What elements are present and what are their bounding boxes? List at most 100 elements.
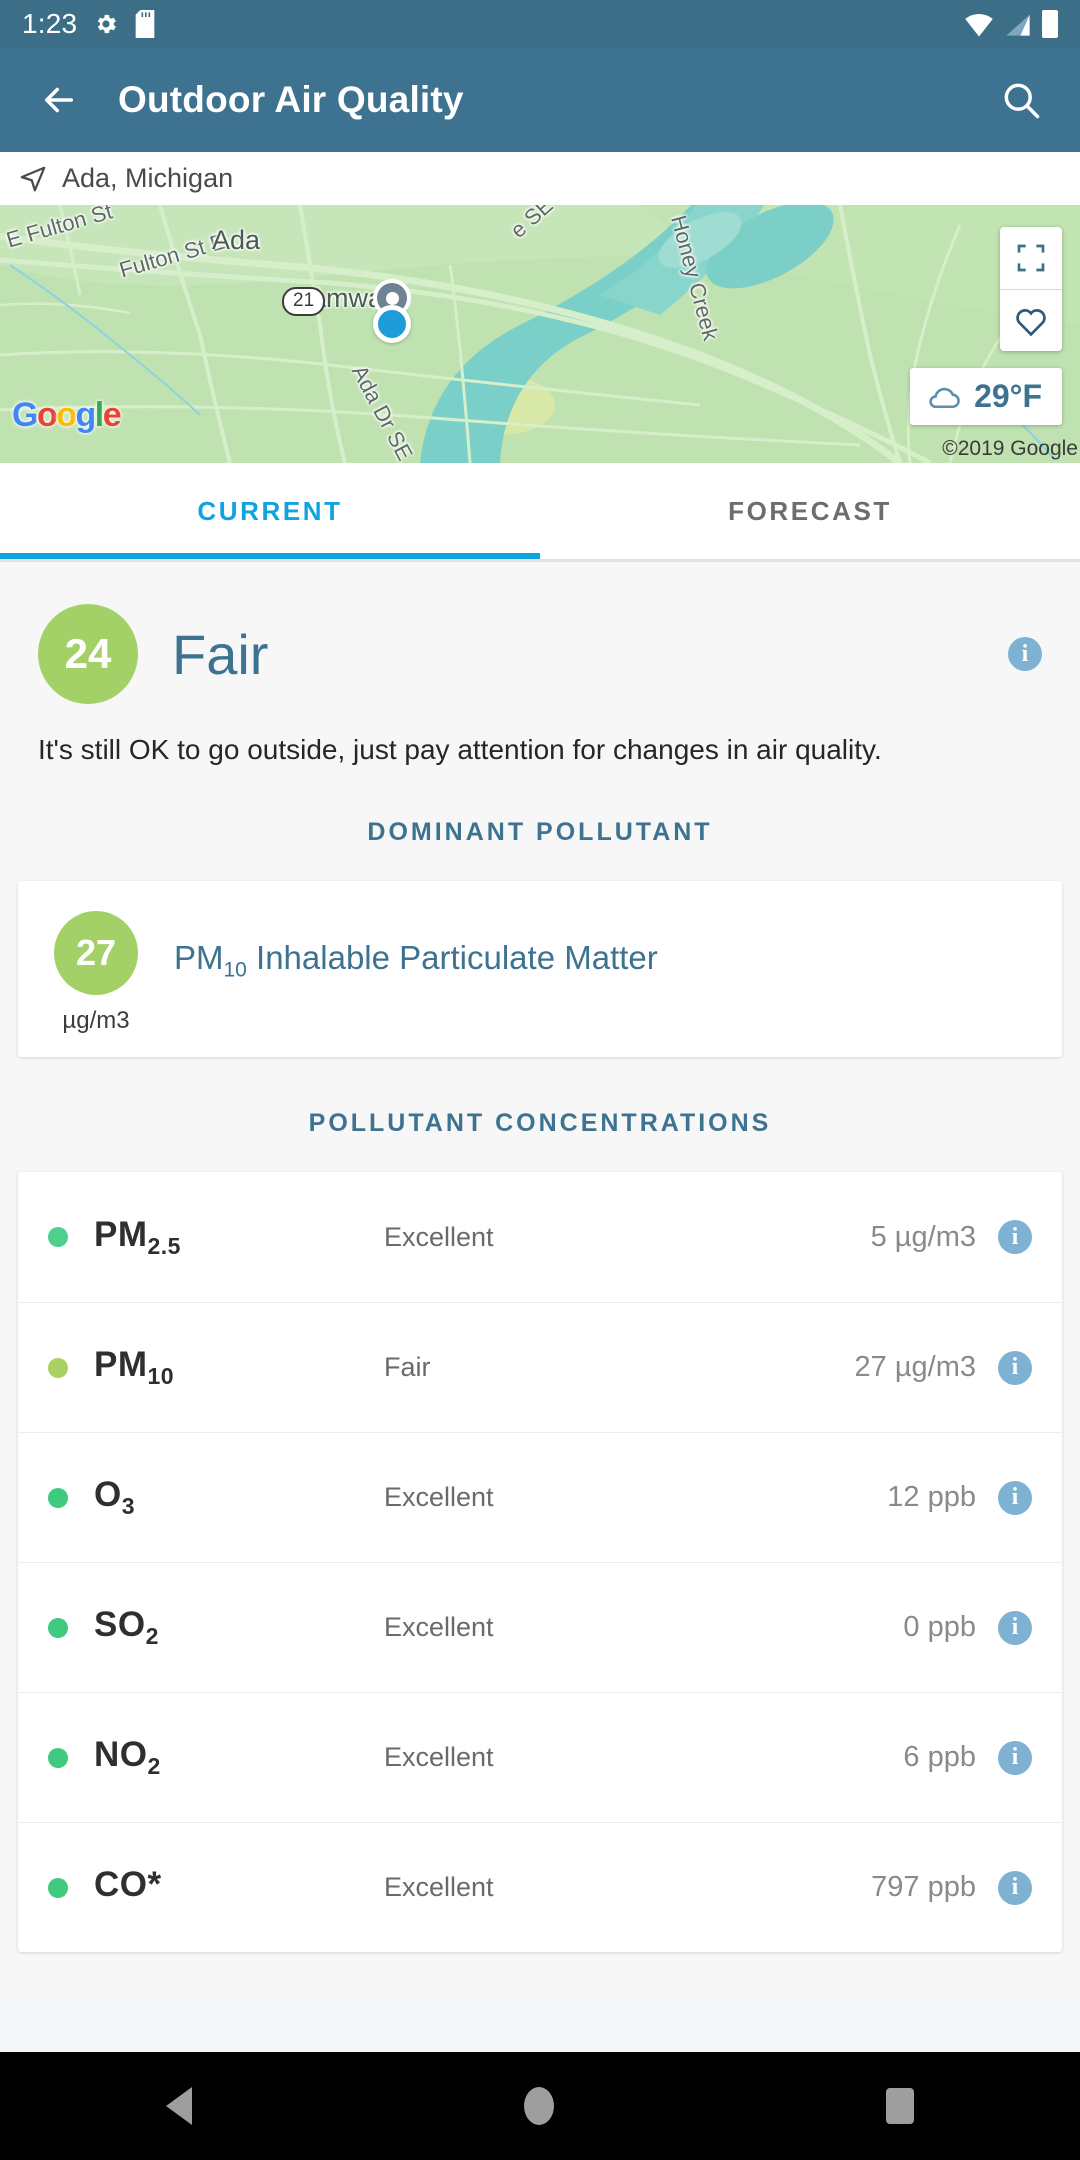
page-title: Outdoor Air Quality [118, 79, 464, 120]
info-icon: i [998, 1480, 1032, 1515]
pollutant-name: PM10 [94, 1345, 384, 1390]
google-logo: Google [12, 396, 122, 434]
map-label: Ada [212, 225, 261, 255]
pollutant-name-sub: 2 [147, 1753, 161, 1779]
temperature-chip[interactable]: 29°F [910, 368, 1062, 425]
wifi-icon [965, 13, 993, 37]
info-icon: i [998, 1220, 1032, 1254]
navigation-arrow-icon [20, 166, 46, 191]
pollutant-value: 12 ppb [887, 1481, 976, 1513]
pollutant-value: 27 µg/m3 [854, 1351, 977, 1383]
aqi-score-badge: 24 [38, 604, 138, 704]
tab-forecast[interactable]: FORECAST [540, 463, 1080, 559]
fullscreen-button[interactable] [1000, 227, 1062, 289]
pollutant-info-button[interactable]: i [998, 1480, 1032, 1515]
table-row[interactable]: PM10 Fair 27 µg/m3 i [18, 1302, 1062, 1432]
dominant-pollutant-name-main: PM [174, 939, 224, 976]
pollutant-name: SO2 [94, 1605, 384, 1650]
pollutant-status: Excellent [384, 1742, 494, 1772]
status-time: 1:23 [22, 8, 78, 39]
pollutant-value: 5 µg/m3 [870, 1220, 976, 1253]
aqi-category-label: Fair [172, 622, 269, 686]
status-bar-left: 1:23 [22, 8, 155, 40]
pollutant-name-sub: 2 [145, 1623, 159, 1649]
aqi-info-button[interactable]: i [1008, 637, 1042, 671]
android-nav-bar [0, 2052, 1080, 2160]
nav-back-icon[interactable] [166, 2087, 192, 2125]
pollutant-name-main: PM [94, 1214, 148, 1254]
pollutant-info-button[interactable]: i [998, 1870, 1032, 1905]
pollutant-name-sub: 2.5 [147, 1232, 181, 1259]
pollutant-value: 797 ppb [871, 1871, 976, 1903]
status-dot [48, 1357, 68, 1378]
cloud-icon [929, 387, 960, 408]
pollutant-status: Excellent [384, 1872, 494, 1902]
dominant-pollutant-name-sub: 10 [223, 958, 247, 982]
pollutant-info-button[interactable]: i [998, 1610, 1032, 1645]
pollutant-name: NO2 [94, 1735, 384, 1780]
pollutant-value: 6 ppb [903, 1741, 976, 1773]
pollutant-status: Excellent [384, 1221, 494, 1252]
table-row[interactable]: CO* Excellent 797 ppb i [18, 1822, 1062, 1952]
location-bar[interactable]: Ada, Michigan [0, 152, 1080, 205]
dominant-pollutant-name: PM10 Inhalable Particulate Matter [174, 911, 658, 983]
aqi-description: It's still OK to go outside, just pay at… [38, 734, 882, 765]
back-button[interactable] [26, 67, 92, 133]
temperature-value: 29°F [974, 378, 1042, 414]
pollutant-status: Excellent [384, 1482, 494, 1512]
status-dot [48, 1877, 68, 1898]
aqi-summary-row: 24 Fair i [0, 562, 1080, 704]
tab-bar: CURRENT FORECAST [0, 463, 1080, 559]
search-icon [1004, 83, 1040, 119]
status-dot [48, 1487, 68, 1508]
map-view[interactable]: E Fulton St Fulton St E Ada Amway e SE H… [0, 205, 1080, 463]
pollutant-name-main: SO [94, 1605, 146, 1644]
dominant-pollutant-value: 27 [54, 911, 138, 995]
dominant-pollutant-badge-group: 27 µg/m3 [18, 911, 174, 1035]
pollutant-name-main: PM [94, 1345, 148, 1384]
dominant-pollutant-heading: DOMINANT POLLUTANT [367, 818, 713, 846]
pollutant-status: Fair [384, 1352, 431, 1382]
status-dot [48, 1617, 68, 1638]
fullscreen-icon [1017, 244, 1045, 272]
pollutant-name-main: NO [94, 1735, 148, 1774]
table-row[interactable]: NO2 Excellent 6 ppb i [18, 1692, 1062, 1822]
phone-screen: 1:23 Outdoor Air Quality Ada, Michigan E… [0, 0, 1080, 2160]
pollutant-info-button[interactable]: i [998, 1220, 1032, 1254]
info-icon: i [998, 1350, 1032, 1385]
status-bar: 1:23 [0, 0, 1080, 48]
pollutant-list: PM2.5 Excellent 5 µg/m3 i PM10 Fair 27 µ… [18, 1172, 1062, 1952]
battery-icon [1042, 10, 1058, 38]
pollutant-name: O3 [94, 1475, 384, 1520]
table-row[interactable]: PM2.5 Excellent 5 µg/m3 i [18, 1172, 1062, 1302]
table-row[interactable]: O3 Excellent 12 ppb i [18, 1432, 1062, 1562]
map-attribution: ©2019 Google [942, 437, 1078, 460]
pollutant-name-main: CO* [94, 1865, 162, 1904]
info-icon: i [998, 1870, 1032, 1905]
map-marker-current-location[interactable] [373, 305, 411, 343]
pollutant-value: 0 ppb [903, 1611, 976, 1643]
search-button[interactable] [988, 67, 1054, 133]
route-shield: 21 [282, 287, 326, 316]
dominant-pollutant-card[interactable]: 27 µg/m3 PM10 Inhalable Particulate Matt… [18, 881, 1062, 1057]
pollutant-info-button[interactable]: i [998, 1740, 1032, 1775]
pollutant-name: PM2.5 [94, 1215, 384, 1260]
current-tab-content: 24 Fair i It's still OK to go outside, j… [0, 562, 1080, 1992]
map-controls [1000, 227, 1062, 351]
table-row[interactable]: SO2 Excellent 0 ppb i [18, 1562, 1062, 1692]
pollutant-name: CO* [94, 1865, 384, 1910]
nav-recent-icon[interactable] [886, 2088, 914, 2124]
pollutant-info-button[interactable]: i [998, 1350, 1032, 1385]
info-icon: i [1008, 637, 1042, 671]
pollutant-name-sub: 3 [121, 1493, 136, 1519]
pollutant-concentrations-heading: POLLUTANT CONCENTRATIONS [308, 1109, 772, 1137]
favorite-button[interactable] [1000, 289, 1062, 351]
dominant-pollutant-unit: µg/m3 [62, 1007, 130, 1034]
sd-card-icon [135, 10, 155, 38]
app-bar: Outdoor Air Quality [0, 48, 1080, 152]
status-dot [48, 1747, 68, 1768]
pollutant-status: Excellent [384, 1612, 494, 1642]
tab-current[interactable]: CURRENT [0, 463, 540, 559]
back-arrow-icon [45, 87, 73, 113]
nav-home-icon[interactable] [524, 2087, 554, 2125]
